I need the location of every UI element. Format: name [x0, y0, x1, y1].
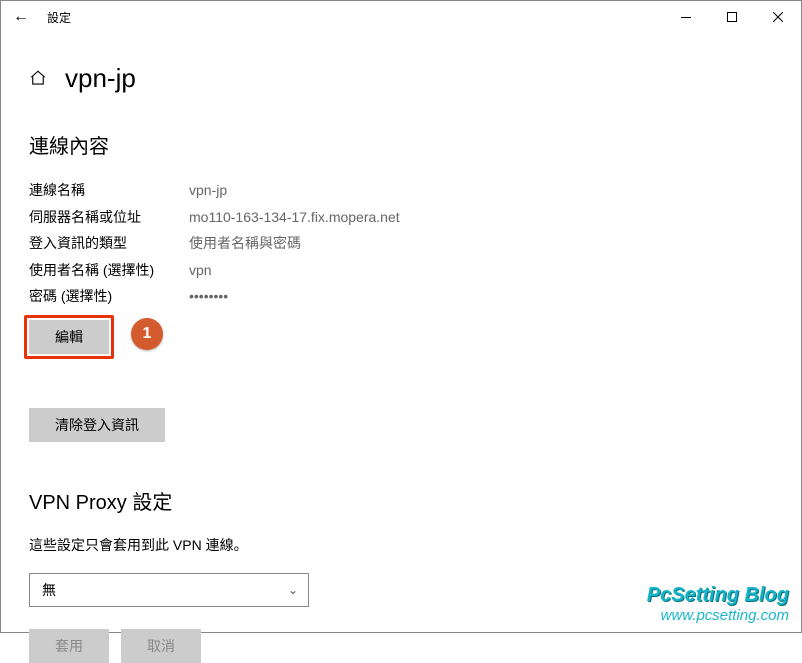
auth-type-label: 登入資訊的類型 [29, 230, 189, 257]
close-button[interactable] [755, 1, 801, 33]
edit-button[interactable]: 編輯 [29, 320, 109, 354]
connection-name-value: vpn-jp [189, 177, 227, 204]
watermark: PcSetting Blog www.pcsetting.com [647, 584, 789, 624]
proxy-select-value: 無 [42, 580, 56, 600]
clear-login-button[interactable]: 清除登入資訊 [29, 408, 165, 442]
password-value: •••••••• [189, 283, 228, 310]
titlebar-left: ← 設定 [13, 9, 71, 26]
server-row: 伺服器名稱或位址 mo110-163-134-17.fix.mopera.net [29, 204, 773, 231]
page-content: vpn-jp 連線內容 連線名稱 vpn-jp 伺服器名稱或位址 mo110-1… [1, 33, 801, 663]
apply-button[interactable]: 套用 [29, 629, 109, 663]
server-value: mo110-163-134-17.fix.mopera.net [189, 204, 400, 231]
username-label: 使用者名稱 (選擇性) [29, 257, 189, 284]
connection-name-row: 連線名稱 vpn-jp [29, 177, 773, 204]
username-value: vpn [189, 257, 212, 284]
server-label: 伺服器名稱或位址 [29, 204, 189, 231]
minimize-button[interactable] [663, 1, 709, 33]
watermark-url: www.pcsetting.com [647, 607, 789, 624]
edit-button-wrap: 編輯 1 [29, 320, 109, 354]
annotation-badge: 1 [131, 318, 163, 350]
bottom-buttons: 套用 取消 [29, 629, 773, 663]
chevron-down-icon: ⌄ [288, 583, 298, 597]
connection-section-heading: 連線內容 [29, 130, 773, 159]
username-row: 使用者名稱 (選擇性) vpn [29, 257, 773, 284]
auth-type-value: 使用者名稱與密碼 [189, 230, 301, 257]
auth-type-row: 登入資訊的類型 使用者名稱與密碼 [29, 230, 773, 257]
home-icon[interactable] [29, 69, 47, 92]
password-row: 密碼 (選擇性) •••••••• [29, 283, 773, 310]
page-header: vpn-jp [29, 63, 773, 94]
window-titlebar: ← 設定 [1, 1, 801, 33]
password-label: 密碼 (選擇性) [29, 283, 189, 310]
proxy-description: 這些設定只會套用到此 VPN 連線。 [29, 535, 773, 555]
window-title: 設定 [47, 9, 71, 26]
proxy-select[interactable]: 無 ⌄ [29, 573, 309, 607]
proxy-section-heading: VPN Proxy 設定 [29, 486, 773, 515]
maximize-button[interactable] [709, 1, 755, 33]
page-title: vpn-jp [65, 63, 136, 94]
watermark-title: PcSetting Blog [647, 584, 789, 607]
back-icon[interactable]: ← [13, 9, 29, 25]
window-controls [663, 1, 801, 33]
cancel-button[interactable]: 取消 [121, 629, 201, 663]
connection-name-label: 連線名稱 [29, 177, 189, 204]
